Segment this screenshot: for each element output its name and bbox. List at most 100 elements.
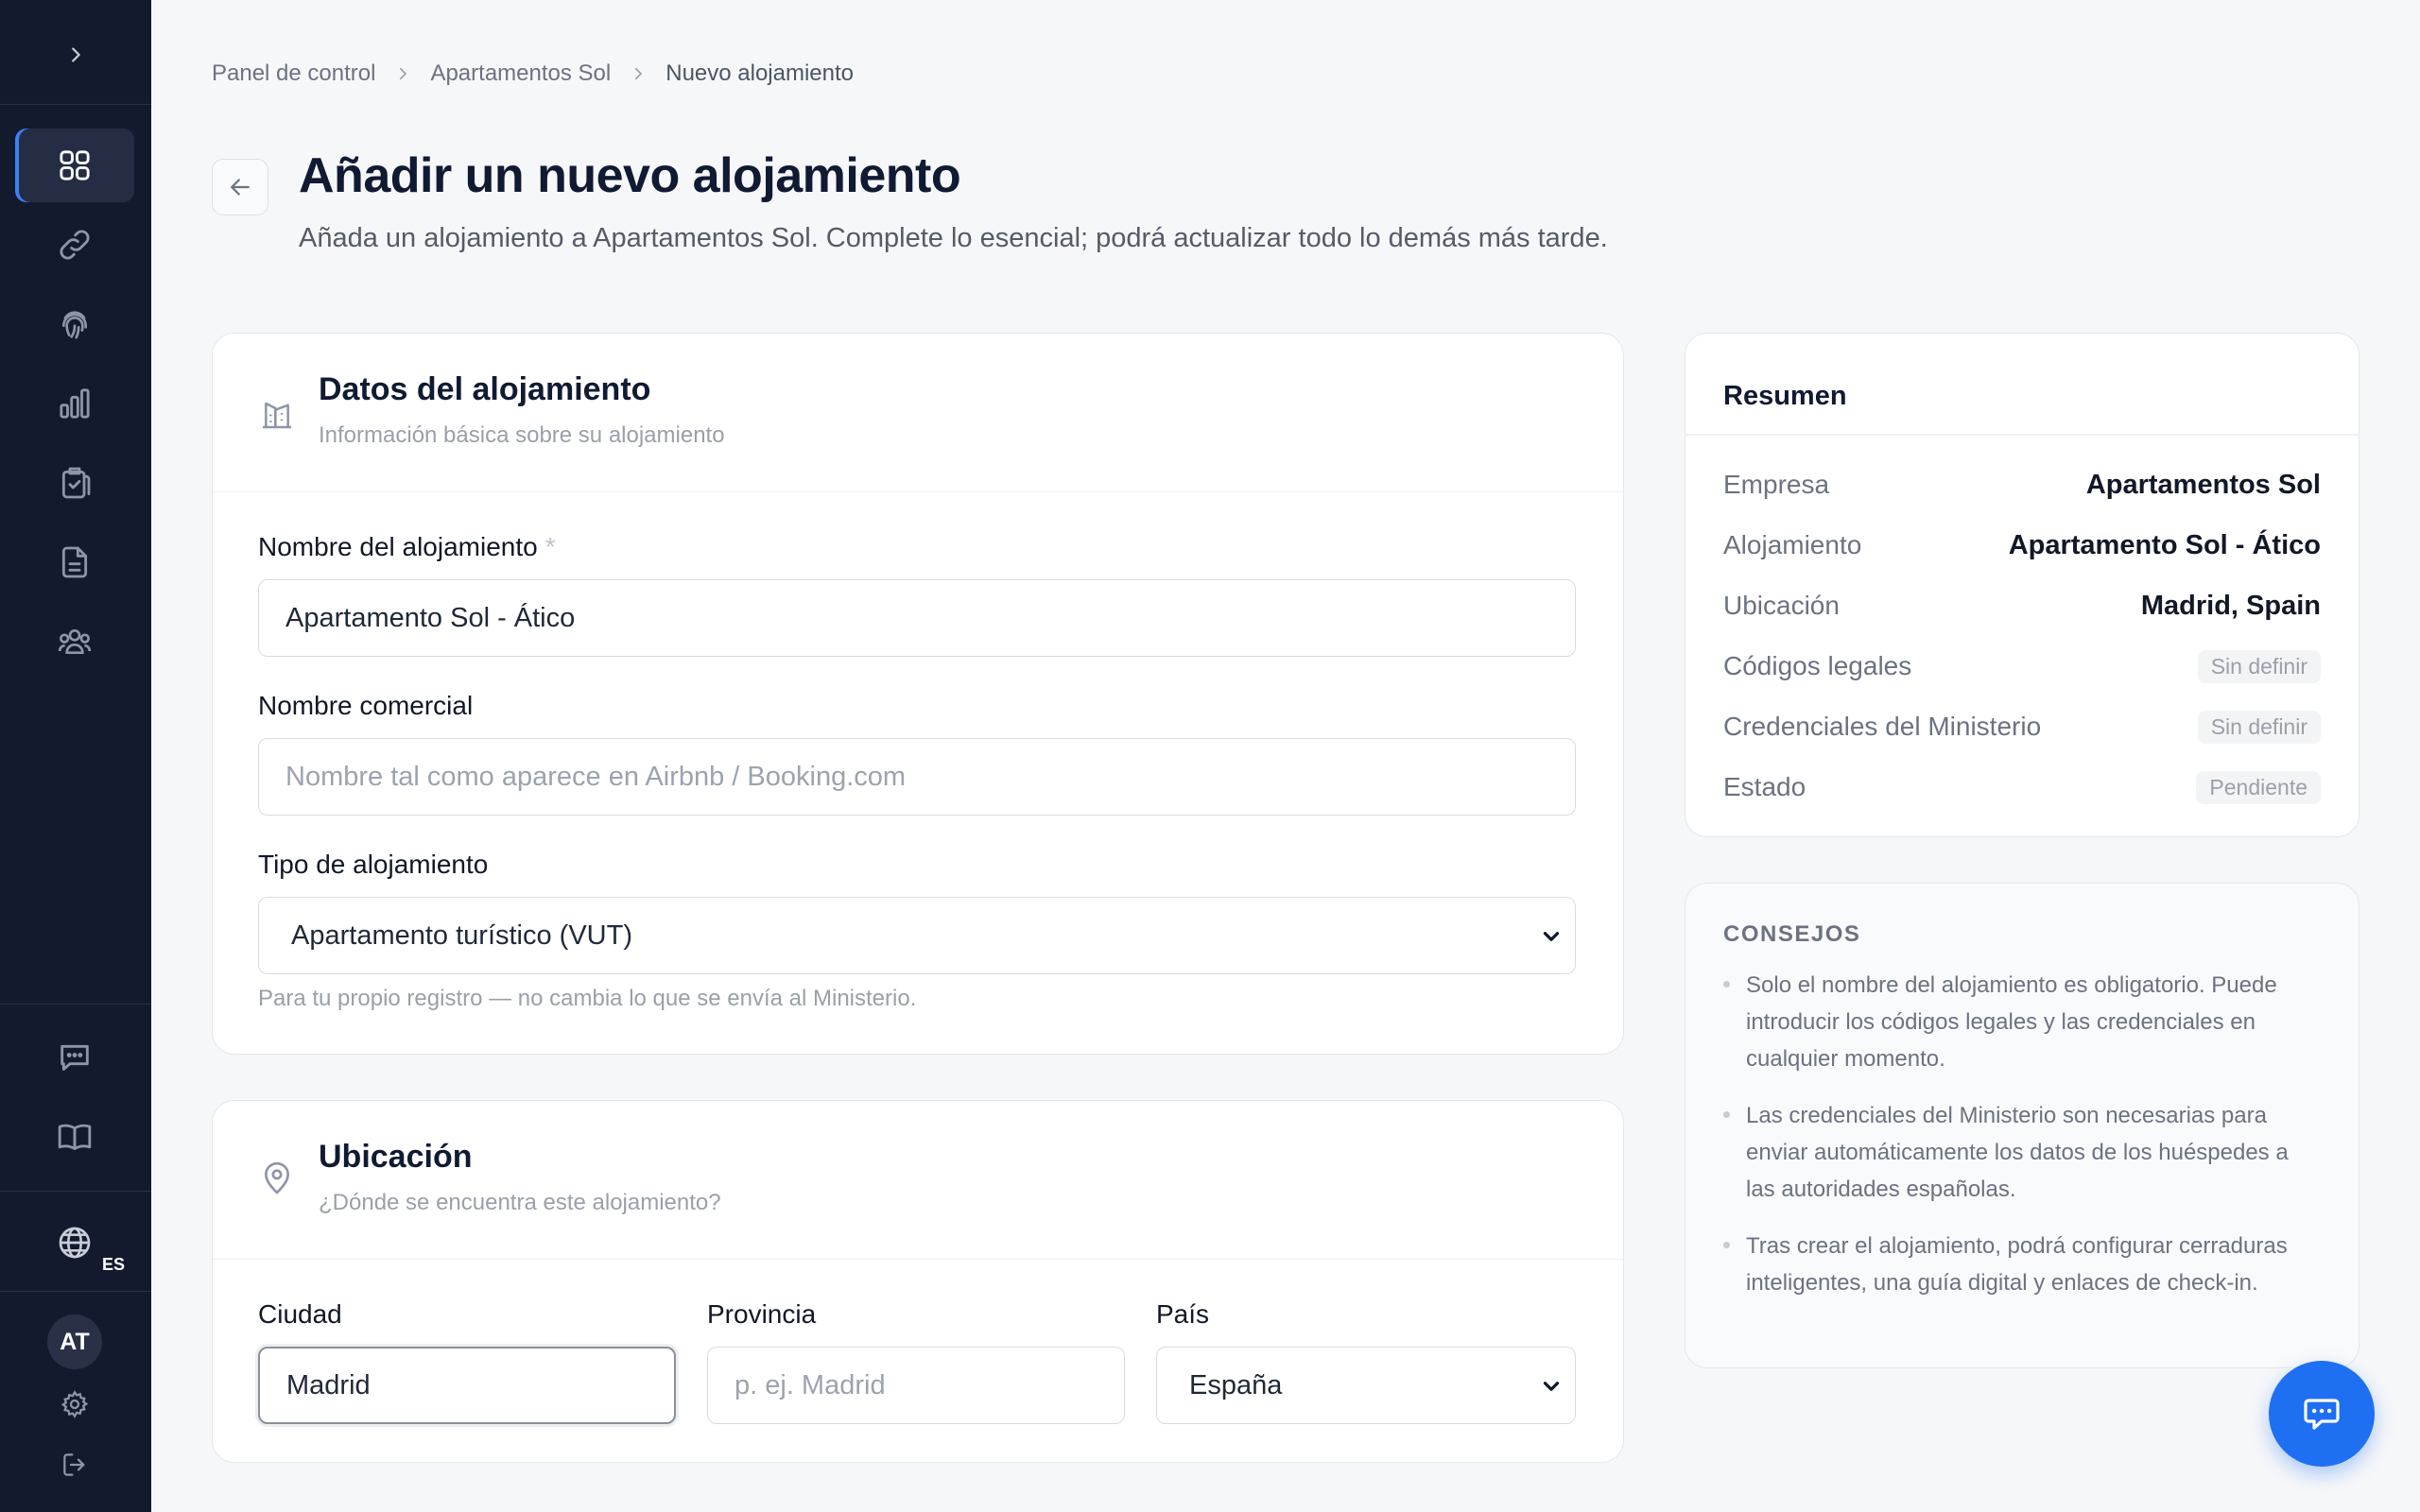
location-card: Ubicación ¿Dónde se encuentra este aloja… <box>212 1100 1624 1463</box>
summary-divider <box>1685 434 2359 436</box>
sidebar-item-checkin[interactable] <box>15 287 134 361</box>
summary-value: Apartamento Sol - Ático <box>2008 529 2321 560</box>
property-details-card: Datos del alojamiento Información básica… <box>212 333 1624 1055</box>
gear-icon <box>60 1390 89 1418</box>
link-icon <box>60 230 90 260</box>
summary-key: Códigos legales <box>1723 651 1912 680</box>
chevron-right-icon <box>394 65 411 82</box>
card-header: Datos del alojamiento Información básica… <box>213 334 1623 492</box>
summary-key: Ubicación <box>1723 591 1840 620</box>
property-type-label: Tipo de alojamiento <box>258 850 489 879</box>
clipboard-check-icon <box>61 467 91 499</box>
summary-title: Resumen <box>1723 381 1847 411</box>
tips-card: CONSEJOS Solo el nombre del alojamiento … <box>1685 883 2360 1368</box>
sidebar-divider <box>0 104 151 105</box>
summary-row: Estado Pendiente <box>1723 768 2321 806</box>
chat-support-button[interactable] <box>2269 1361 2375 1467</box>
sidebar-divider <box>0 1191 151 1192</box>
sidebar-item-links[interactable] <box>15 208 134 282</box>
breadcrumb-dashboard-link[interactable]: Panel de control <box>212 60 375 87</box>
tip-item: Solo el nombre del alojamiento es obliga… <box>1746 972 2277 1072</box>
arrow-left-icon <box>231 179 250 196</box>
user-avatar[interactable]: AT <box>47 1314 102 1369</box>
card-title: Ubicación <box>319 1139 473 1175</box>
tip-item: Tras crear el alojamiento, podrá configu… <box>1746 1233 2288 1296</box>
building-icon <box>263 402 291 429</box>
map-pin-icon <box>264 1161 290 1194</box>
breadcrumb-company-link[interactable]: Apartamentos Sol <box>430 60 611 87</box>
summary-value: Madrid, Spain <box>2140 590 2321 621</box>
summary-key: Credenciales del Ministerio <box>1723 712 2042 741</box>
language-code: ES <box>102 1255 126 1274</box>
commercial-name-input[interactable] <box>258 738 1576 816</box>
province-label: Provincia <box>707 1299 817 1329</box>
chevron-right-icon <box>72 47 80 62</box>
summary-row: Credenciales del Ministerio Sin definir <box>1723 708 2321 746</box>
fingerprint-icon <box>62 311 87 339</box>
chevron-down-icon <box>1543 932 1560 941</box>
expand-sidebar-button[interactable] <box>57 36 95 74</box>
country-label: País <box>1156 1299 1210 1329</box>
tip-bullet <box>1723 981 1730 988</box>
sidebar-divider <box>0 1291 151 1292</box>
card-subtitle: ¿Dónde se encuentra este alojamiento? <box>319 1190 721 1215</box>
country-select[interactable]: España <box>1156 1347 1576 1424</box>
sidebar-item-guide[interactable] <box>15 1100 134 1174</box>
sidebar-item-guests[interactable] <box>15 605 134 679</box>
globe-icon <box>59 1227 91 1259</box>
status-badge: Sin definir <box>2197 710 2321 744</box>
page-title: Añadir un nuevo alojamiento <box>299 148 961 203</box>
sidebar-item-support-chat[interactable] <box>15 1021 134 1094</box>
book-icon <box>58 1124 92 1150</box>
sidebar: ES AT <box>0 0 151 1512</box>
sidebar-item-tasks[interactable] <box>15 446 134 520</box>
country-value: España <box>1189 1369 1283 1400</box>
bar-chart-icon <box>60 388 90 419</box>
summary-card: Resumen Empresa Apartamentos Sol Alojami… <box>1685 333 2360 837</box>
breadcrumb: Panel de control Apartamentos Sol Nuevo … <box>212 60 854 87</box>
summary-row: Ubicación Madrid, Spain <box>1723 587 2321 625</box>
summary-row: Alojamiento Apartamento Sol - Ático <box>1723 526 2321 564</box>
users-icon <box>58 629 92 654</box>
summary-key: Estado <box>1723 772 1806 801</box>
summary-key: Empresa <box>1723 470 1830 499</box>
city-label: Ciudad <box>258 1299 342 1329</box>
tip-item: Las credenciales del Ministerio son nece… <box>1746 1103 2289 1202</box>
summary-key: Alojamiento <box>1723 530 1862 559</box>
required-marker: * <box>544 532 556 561</box>
logout-icon <box>63 1453 85 1476</box>
chevron-down-icon <box>1543 1382 1560 1391</box>
tip-bullet <box>1723 1111 1730 1118</box>
status-badge: Sin definir <box>2197 649 2321 683</box>
card-title: Datos del alojamiento <box>319 371 651 407</box>
tip-bullet <box>1723 1242 1730 1248</box>
sidebar-item-dashboard[interactable] <box>15 129 134 202</box>
summary-row: Empresa Apartamentos Sol <box>1723 466 2321 504</box>
logout-button[interactable] <box>15 1429 134 1501</box>
summary-value: Apartamentos Sol <box>2085 469 2321 500</box>
chevron-right-icon <box>630 65 647 82</box>
property-name-input[interactable] <box>258 579 1576 657</box>
status-badge: Pendiente <box>2196 770 2321 804</box>
summary-row: Códigos legales Sin definir <box>1723 647 2321 685</box>
page-subtitle: Añada un alojamiento a Apartamentos Sol.… <box>299 223 1608 253</box>
commercial-name-label: Nombre comercial <box>258 691 474 720</box>
sidebar-divider <box>0 1004 151 1005</box>
chat-icon <box>60 1044 89 1071</box>
property-name-label: Nombre del alojamiento * <box>258 532 556 561</box>
sidebar-item-documents[interactable] <box>15 525 134 599</box>
property-type-hint: Para tu propio registro — no cambia lo q… <box>258 986 917 1011</box>
grid-icon <box>60 150 90 180</box>
property-type-value: Apartamento turístico (VUT) <box>291 919 632 951</box>
card-header: Ubicación ¿Dónde se encuentra este aloja… <box>213 1101 1623 1260</box>
chat-icon <box>2304 1399 2340 1430</box>
tips-title: CONSEJOS <box>1723 921 1861 947</box>
city-input[interactable] <box>258 1347 676 1424</box>
property-type-select[interactable]: Apartamento turístico (VUT) <box>258 897 1576 974</box>
breadcrumb-current: Nuevo alojamiento <box>666 60 855 86</box>
sidebar-item-analytics[interactable] <box>15 367 134 440</box>
province-input[interactable] <box>707 1347 1125 1424</box>
card-subtitle: Información básica sobre su alojamiento <box>319 422 725 448</box>
document-icon <box>61 546 88 578</box>
back-button[interactable] <box>212 159 268 215</box>
